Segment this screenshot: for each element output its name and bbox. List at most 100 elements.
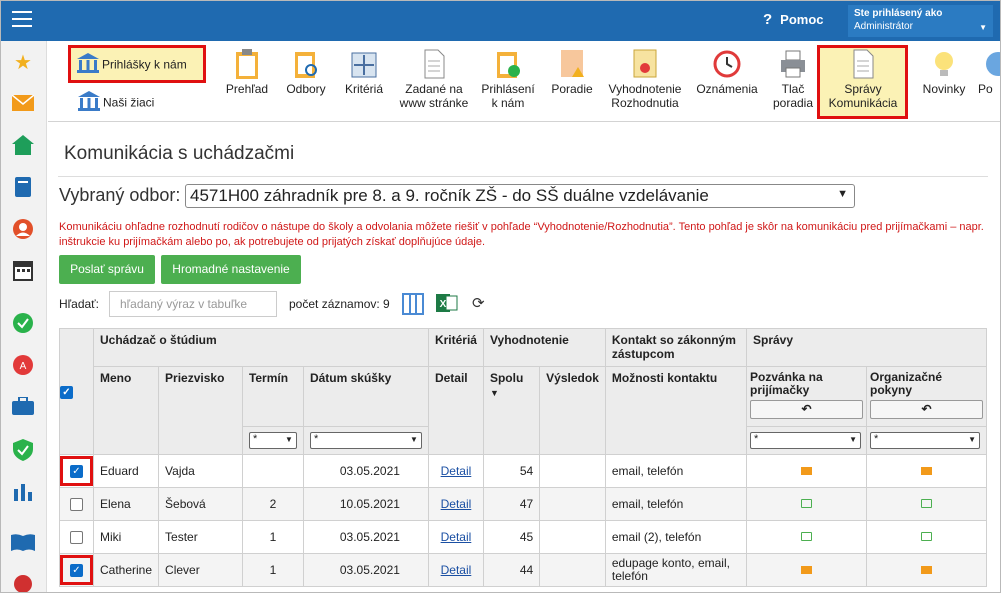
chart-icon[interactable] — [11, 481, 35, 505]
detail-link[interactable]: Detail — [441, 497, 472, 511]
user-menu[interactable]: Ste prihlásený ako Administrátor ▼ — [848, 5, 993, 37]
filter-datum-cell: * ▼ — [302, 426, 429, 455]
refresh-icon[interactable]: ⟳ — [472, 294, 485, 312]
row-checkbox[interactable] — [70, 498, 83, 512]
filter-org[interactable]: * ▼ — [869, 432, 980, 449]
envelope-sent-icon[interactable] — [800, 566, 812, 574]
reply-button[interactable]: ↶ — [869, 400, 983, 419]
cell-spolu: 45 — [482, 520, 541, 554]
tab-novinky[interactable]: Novinky — [914, 49, 974, 96]
envelope-sent-icon[interactable] — [920, 467, 932, 475]
nasi-ziaci-button[interactable]: Naši žiaci — [78, 91, 154, 114]
mail-icon[interactable] — [11, 93, 35, 117]
book-icon[interactable] — [11, 177, 35, 201]
odbor-select[interactable]: 4571H00 záhradník pre 8. a 9. ročník ZŠ … — [185, 184, 855, 208]
cell-vysledok — [539, 553, 606, 587]
row-checkbox[interactable]: ✓ — [70, 564, 83, 578]
col-org: Organizačné pokyny ↶ — [865, 366, 988, 427]
table-row[interactable]: Elena Šebová 2 10.05.2021 Detail 47 emai… — [59, 487, 988, 521]
prihlasky-button[interactable]: Prihlášky k nám — [68, 45, 206, 83]
tab-tlac[interactable]: Tlač poradia — [768, 49, 818, 110]
col-priezvisko[interactable]: Priezvisko — [158, 366, 243, 455]
cell-vysledok — [539, 487, 606, 521]
row-select-cell — [59, 520, 94, 554]
detail-link[interactable]: Detail — [441, 563, 472, 577]
cell-spolu: 47 — [482, 487, 541, 521]
globe-icon — [986, 52, 1000, 76]
row-checkbox[interactable] — [70, 531, 83, 545]
cell-org[interactable] — [865, 520, 988, 554]
col-termin[interactable]: Termín — [241, 366, 304, 427]
detail-link[interactable]: Detail — [441, 530, 472, 544]
columns-icon[interactable] — [402, 293, 424, 318]
detail-link[interactable]: Detail — [441, 464, 472, 478]
tab-more[interactable]: Po — [978, 49, 1000, 96]
grade-icon[interactable]: A — [11, 355, 35, 379]
calendar-icon[interactable] — [11, 261, 35, 285]
col-meno[interactable]: Meno — [92, 366, 160, 455]
envelope-open-icon[interactable] — [800, 532, 812, 541]
filter-datum[interactable]: * ▼ — [309, 432, 422, 449]
envelope-open-icon[interactable] — [800, 499, 812, 508]
excel-icon[interactable]: X — [436, 292, 458, 317]
check-circle-icon[interactable] — [11, 313, 35, 337]
tab-oznamenia[interactable]: Oznámenia — [690, 49, 764, 96]
cell-pozvanka[interactable] — [745, 487, 867, 521]
bulk-settings-button[interactable]: Hromadné nastavenie — [161, 255, 301, 284]
envelope-open-icon[interactable] — [920, 532, 932, 541]
tab-zadane[interactable]: Zadané na www stránke — [396, 49, 472, 110]
reply-button[interactable]: ↶ — [749, 400, 863, 419]
star-icon[interactable]: ★ — [11, 51, 35, 75]
cell-priezvisko: Vajda — [158, 454, 243, 488]
reply-icon: ↶ — [921, 402, 932, 416]
filter-pozvanka[interactable]: * ▼ — [749, 432, 861, 449]
user-icon[interactable] — [11, 219, 35, 243]
criteria-icon — [351, 52, 377, 78]
record-count: počet záznamov: 9 — [289, 297, 390, 311]
briefcase-icon[interactable] — [11, 396, 35, 421]
col-vysledok[interactable]: Výsledok — [539, 366, 606, 455]
home-icon[interactable] — [11, 135, 35, 159]
envelope-sent-icon[interactable] — [920, 566, 932, 574]
send-message-button[interactable]: Poslať správu — [59, 255, 155, 284]
envelope-sent-icon[interactable] — [800, 467, 812, 475]
table-row[interactable]: Miki Tester 1 03.05.2021 Detail 45 email… — [59, 520, 988, 554]
col-datum[interactable]: Dátum skúšky — [302, 366, 429, 427]
cell-org[interactable] — [865, 487, 988, 521]
select-all-checkbox[interactable]: ✓ — [60, 385, 73, 399]
search-input[interactable]: hľadaný výraz v tabuľke — [109, 291, 277, 317]
chevron-down-icon: ▼ — [410, 435, 418, 444]
envelope-open-icon[interactable] — [920, 499, 932, 508]
cell-kontakt: email (2), telefón — [604, 520, 747, 554]
cell-pozvanka[interactable] — [745, 520, 867, 554]
ranking-icon — [561, 50, 584, 77]
cell-org[interactable] — [865, 454, 988, 488]
menu-icon[interactable] — [12, 11, 32, 29]
search-clipboard-icon — [295, 52, 317, 78]
chevron-down-icon: ▼ — [285, 435, 293, 444]
cell-pozvanka[interactable] — [745, 454, 867, 488]
shield-icon[interactable] — [11, 439, 35, 463]
tab-odbory[interactable]: Odbory — [280, 49, 332, 96]
tab-kriteria[interactable]: Kritériá — [338, 49, 390, 96]
cell-org[interactable] — [865, 553, 988, 587]
tab-prihlaseni[interactable]: Prihlásení k nám — [478, 49, 538, 110]
tab-poradie[interactable]: Poradie — [546, 49, 598, 96]
tab-prehlad[interactable]: Prehľad — [222, 49, 272, 96]
cell-spolu: 44 — [482, 553, 541, 587]
help-button[interactable]: ? Pomoc — [763, 11, 824, 28]
open-book-icon[interactable] — [11, 533, 35, 557]
chat-icon[interactable] — [11, 575, 35, 592]
table-row[interactable]: ✓ Eduard Vajda 03.05.2021 Detail 54 emai… — [59, 454, 988, 488]
svg-text:X: X — [440, 299, 447, 310]
table-row[interactable]: ✓ Catherine Clever 1 03.05.2021 Detail 4… — [59, 553, 988, 587]
tab-spravy[interactable]: Správy Komunikácia — [820, 49, 906, 110]
filter-termin[interactable]: * ▼ — [248, 432, 297, 449]
sidebar: ★ A — [1, 41, 47, 592]
cell-pozvanka[interactable] — [745, 553, 867, 587]
row-checkbox[interactable]: ✓ — [70, 465, 83, 479]
cell-kontakt: email, telefón — [604, 487, 747, 521]
tab-vyhodnotenie[interactable]: Vyhodnotenie Rozhodnutia — [604, 49, 686, 110]
group-eval: Vyhodnotenie — [482, 328, 606, 367]
col-spolu[interactable]: Spolu ▼ — [482, 366, 541, 455]
